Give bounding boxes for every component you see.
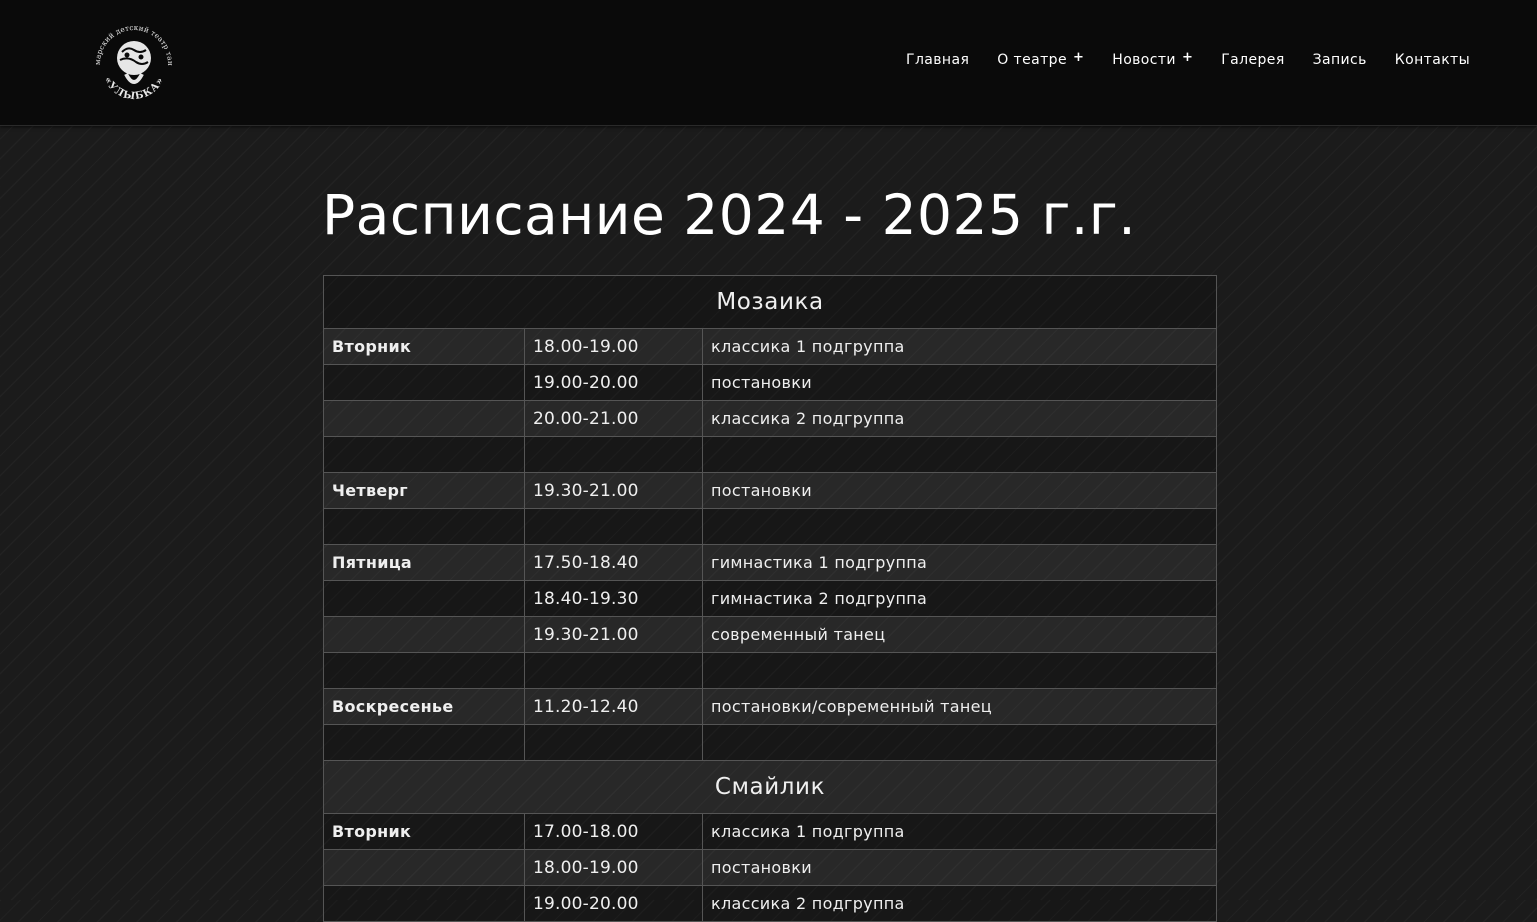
main-nav: Главная О театре + Новости + Галерея Зап… <box>906 50 1470 69</box>
svg-text:«УЛЫБКА»: «УЛЫБКА» <box>102 75 167 102</box>
nav-item-label[interactable]: Контакты <box>1395 52 1470 68</box>
activity-cell: гимнастика 1 подгруппа <box>701 544 1218 581</box>
nav-item-gallery[interactable]: Галерея <box>1221 52 1284 68</box>
table-row <box>323 436 1218 473</box>
time-cell <box>524 436 703 473</box>
activity-cell: классика 2 подгруппа <box>701 400 1218 437</box>
table-row: Вторник 18.00-19.00 классика 1 подгруппа <box>323 328 1218 365</box>
day-cell <box>323 436 525 473</box>
time-cell: 19.00-20.00 <box>524 885 703 922</box>
table-row: 20.00-21.00 классика 2 подгруппа <box>323 400 1218 437</box>
table-row: Пятница 17.50-18.40 гимнастика 1 подгруп… <box>323 544 1218 581</box>
time-cell <box>524 724 703 761</box>
table-row: Четверг 19.30-21.00 постановки <box>323 472 1218 509</box>
nav-item-label[interactable]: Новости <box>1112 52 1176 68</box>
activity-cell: классика 1 подгруппа <box>701 328 1218 365</box>
day-cell <box>323 580 525 617</box>
day-cell: Вторник <box>323 328 525 365</box>
day-cell <box>323 400 525 437</box>
activity-cell <box>701 508 1218 545</box>
expand-plus-icon[interactable]: + <box>1182 50 1193 65</box>
group-name: Мозаика <box>322 275 1218 329</box>
activity-cell: постановки <box>701 849 1218 886</box>
activity-cell: постановки <box>701 472 1218 509</box>
table-row: 19.30-21.00 современный танец <box>323 616 1218 653</box>
table-row: Воскресенье 11.20-12.40 постановки/совре… <box>323 688 1218 725</box>
table-row <box>323 652 1218 689</box>
time-cell: 20.00-21.00 <box>524 400 703 437</box>
time-cell <box>524 652 703 689</box>
table-row: Вторник 17.00-18.00 классика 1 подгруппа <box>323 813 1218 850</box>
activity-cell <box>701 436 1218 473</box>
time-cell: 11.20-12.40 <box>524 688 703 725</box>
nav-item-label[interactable]: О театре <box>997 52 1067 68</box>
group-header-row: Мозаика <box>322 275 1218 329</box>
expand-plus-icon[interactable]: + <box>1073 50 1084 65</box>
activity-cell: постановки <box>701 364 1218 401</box>
day-cell: Вторник <box>323 813 525 850</box>
nav-item-label[interactable]: Запись <box>1313 52 1367 68</box>
time-cell: 17.00-18.00 <box>524 813 703 850</box>
site-header: Самарский детский театр танца «УЛЫБКА» Г… <box>0 0 1537 126</box>
activity-cell <box>701 652 1218 689</box>
table-row: 19.00-20.00 постановки <box>323 364 1218 401</box>
day-cell <box>323 616 525 653</box>
day-cell: Четверг <box>323 472 525 509</box>
time-cell <box>524 508 703 545</box>
table-row: 18.00-19.00 постановки <box>323 849 1218 886</box>
time-cell: 17.50-18.40 <box>524 544 703 581</box>
table-row <box>323 508 1218 545</box>
group-header-row: Смайлик <box>322 760 1218 814</box>
nav-item-news[interactable]: Новости + <box>1112 50 1193 69</box>
day-cell <box>323 508 525 545</box>
nav-item-home[interactable]: Главная <box>906 52 969 68</box>
table-row: 18.40-19.30 гимнастика 2 подгруппа <box>323 580 1218 617</box>
activity-cell: гимнастика 2 подгруппа <box>701 580 1218 617</box>
day-cell <box>323 885 525 922</box>
group-name: Смайлик <box>322 760 1218 814</box>
nav-item-label[interactable]: Главная <box>906 52 969 68</box>
day-cell: Пятница <box>323 544 525 581</box>
theatre-logo[interactable]: Самарский детский театр танца «УЛЫБКА» <box>83 5 182 108</box>
day-cell <box>323 849 525 886</box>
page-title: Расписание 2024 - 2025 г.г. <box>322 183 1137 247</box>
day-cell: Воскресенье <box>323 688 525 725</box>
time-cell: 18.00-19.00 <box>524 849 703 886</box>
time-cell: 18.40-19.30 <box>524 580 703 617</box>
activity-cell: классика 2 подгруппа <box>701 885 1218 922</box>
time-cell: 19.00-20.00 <box>524 364 703 401</box>
time-cell: 19.30-21.00 <box>524 472 703 509</box>
schedule-table: Мозаика Вторник 18.00-19.00 классика 1 п… <box>322 275 1218 922</box>
activity-cell: постановки/современный танец <box>701 688 1218 725</box>
day-cell <box>323 652 525 689</box>
table-row <box>323 724 1218 761</box>
activity-cell: классика 1 подгруппа <box>701 813 1218 850</box>
time-cell: 19.30-21.00 <box>524 616 703 653</box>
nav-item-about[interactable]: О театре + <box>997 50 1084 69</box>
activity-cell: современный танец <box>701 616 1218 653</box>
nav-item-signup[interactable]: Запись <box>1313 52 1367 68</box>
time-cell: 18.00-19.00 <box>524 328 703 365</box>
day-cell <box>323 724 525 761</box>
nav-item-label[interactable]: Галерея <box>1221 52 1284 68</box>
day-cell <box>323 364 525 401</box>
table-row: 19.00-20.00 классика 2 подгруппа <box>323 885 1218 922</box>
activity-cell <box>701 724 1218 761</box>
nav-item-contacts[interactable]: Контакты <box>1395 52 1470 68</box>
